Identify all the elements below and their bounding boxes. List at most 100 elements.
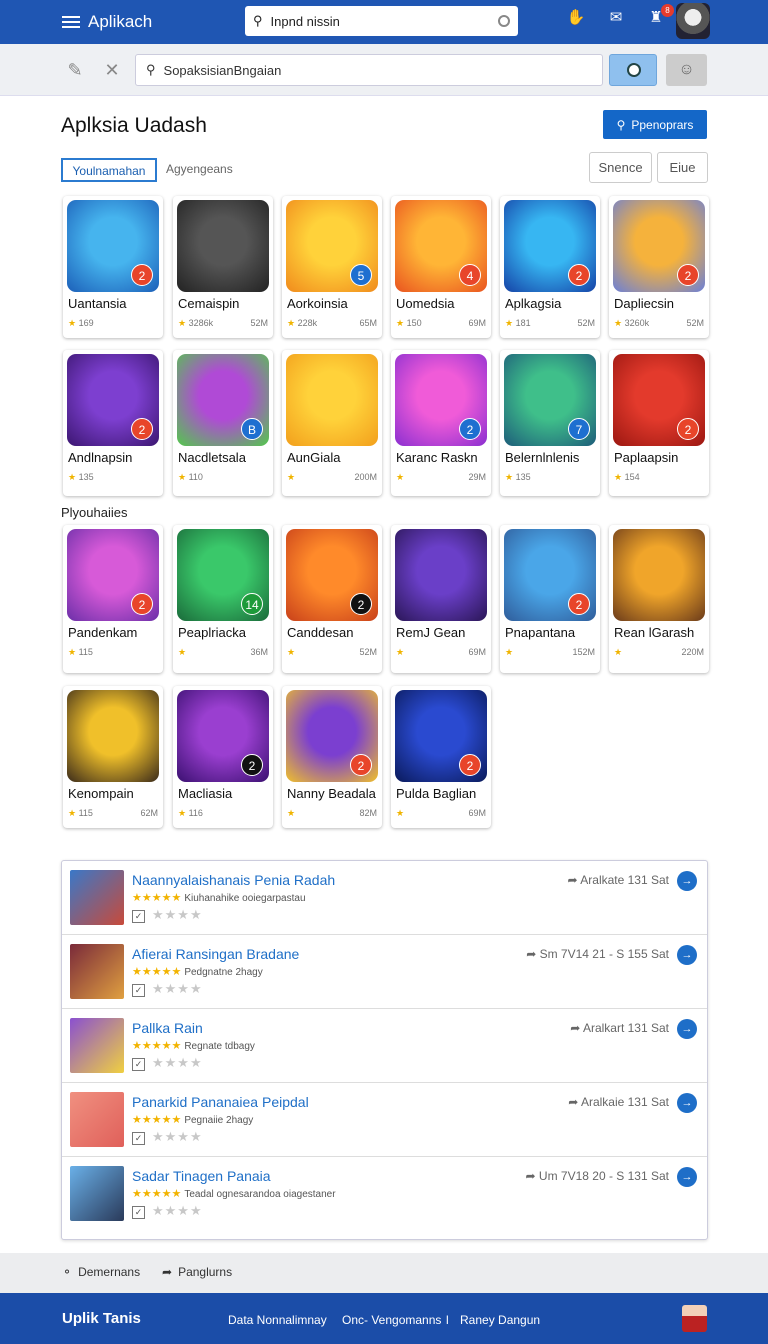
app-card[interactable]: Cemaispin ★ 3286k 52M	[173, 196, 273, 338]
app-card[interactable]: 2 Andlnapsin ★ 135	[63, 350, 163, 496]
star-icon: ★	[287, 318, 298, 328]
app-meta: ★ 150 69M	[396, 318, 486, 329]
checkbox[interactable]: ✓	[132, 984, 145, 997]
open-arrow-icon[interactable]: →	[677, 871, 697, 891]
open-arrow-icon[interactable]: →	[677, 1019, 697, 1039]
app-name: Andlnapsin	[68, 450, 133, 465]
list-item[interactable]: Pallka Rain ★★★★★ Regnate tdbagy ✓ ★★★★ ➦ Ara…	[62, 1009, 707, 1083]
app-meta-left: ★ 110	[178, 472, 203, 483]
app-meta-size: 69M	[468, 647, 486, 657]
share-icon: ➦	[570, 1021, 583, 1035]
app-card[interactable]: Kenompain ★ 115 62M	[63, 686, 163, 828]
chat-icon[interactable]: ✉	[606, 8, 626, 28]
app-name: Uantansia	[68, 296, 127, 311]
tab-active[interactable]: Youlnamahan	[61, 158, 157, 182]
sort-button-1[interactable]: Snence	[589, 152, 652, 183]
app-meta-left: ★	[396, 472, 404, 483]
app-card[interactable]: 14 Peaplriacka ★ 36M	[173, 525, 273, 673]
star-icon: ★	[68, 472, 79, 482]
list-item-title[interactable]: Panarkid Pananaiea Peipdal	[132, 1094, 309, 1110]
top-bar: Aplikach ⚲ Inpnd nissin ✋ ✉ ♜ 8	[0, 0, 768, 44]
footer-link-1[interactable]: Data Nonnalimnay	[228, 1313, 327, 1327]
app-card[interactable]: B Nacdletsala ★ 110	[173, 350, 273, 496]
list-item-subtitle: ★★★★★ Pedgnatne 2hagy	[132, 965, 263, 978]
primary-search-button[interactable]: ⚲ Ppenoprars	[603, 110, 707, 139]
list-item[interactable]: Naannyalaishanais Penia Radah ★★★★★ Kiuhan…	[62, 861, 707, 935]
app-card[interactable]: 2 Dapliecsin ★ 3260k 52M	[609, 196, 709, 338]
app-card[interactable]: AunGiala ★ 200M	[282, 350, 382, 496]
list-item-title[interactable]: Naannyalaishanais Penia Radah	[132, 872, 335, 888]
top-search-input[interactable]: ⚲ Inpnd nissin	[245, 6, 518, 36]
app-card[interactable]: 2 Canddesan ★ 52M	[282, 525, 382, 673]
app-badge: 2	[459, 754, 481, 776]
app-meta-left: ★ 154	[614, 472, 640, 483]
face-button[interactable]: ☺	[666, 54, 707, 86]
footer-avatar[interactable]	[682, 1305, 707, 1332]
bottom-action-2[interactable]: ➦ Panglurns	[162, 1265, 232, 1279]
hamburger-icon[interactable]	[62, 15, 80, 29]
list-item-title[interactable]: Afierai Ransingan Bradane	[132, 946, 299, 962]
star-icon: ★	[68, 808, 79, 818]
app-card[interactable]: RemJ Gean ★ 69M	[391, 525, 491, 673]
app-card[interactable]: 2 Karanc Raskn ★ 29M	[391, 350, 491, 496]
checkbox[interactable]: ✓	[132, 1206, 145, 1219]
share-icon: ➦	[162, 1265, 173, 1279]
tab-secondary[interactable]: Agyengeans	[158, 158, 241, 182]
open-arrow-icon[interactable]: →	[677, 1167, 697, 1187]
user-avatar[interactable]	[676, 3, 710, 39]
empty-stars-icon: ★★★★	[152, 907, 203, 922]
clear-search-icon[interactable]	[498, 15, 510, 27]
checkbox[interactable]: ✓	[132, 1132, 145, 1145]
footer-link-2[interactable]: Onc- Vengomanns	[342, 1313, 441, 1327]
app-meta-left: ★	[287, 472, 295, 483]
list-item-title[interactable]: Sadar Tinagen Panaia	[132, 1168, 271, 1184]
close-icon[interactable]: ✕	[101, 59, 123, 81]
share-icon: ➦	[525, 1169, 539, 1183]
list-item[interactable]: Afierai Ransingan Bradane ★★★★★ Pedgnatne …	[62, 935, 707, 1009]
open-arrow-icon[interactable]: →	[677, 945, 697, 965]
star-icon: ★	[178, 318, 189, 328]
app-meta-count: 116	[188, 808, 203, 818]
app-card[interactable]: 7 Belernlnlenis ★ 135	[500, 350, 600, 496]
star-icon: ★	[505, 318, 516, 328]
app-name: AunGiala	[287, 450, 341, 465]
checkbox[interactable]: ✓	[132, 910, 145, 923]
app-card[interactable]: 2 Paplaapsin ★ 154	[609, 350, 709, 496]
footer: Uplik Tanis Data Nonnalimnay Onc- Vengom…	[0, 1293, 768, 1344]
app-name: Paplaapsin	[614, 450, 679, 465]
app-card[interactable]: 2 Macliasia ★ 116	[173, 686, 273, 828]
app-name: RemJ Gean	[396, 625, 466, 640]
edit-icon[interactable]: ✎	[64, 59, 86, 81]
bottom-action-1[interactable]: ⚬ Demernans	[62, 1265, 140, 1279]
search-icon: ⚲	[253, 13, 263, 28]
app-card[interactable]: 2 Aplkagsia ★ 181 52M	[500, 196, 600, 338]
app-card[interactable]: 4 Uomedsia ★ 150 69M	[391, 196, 491, 338]
list-item[interactable]: Panarkid Pananaiea Peipdal ★★★★★ Pegnaiie …	[62, 1083, 707, 1157]
app-brand[interactable]: Aplikach	[62, 12, 152, 32]
sort-button-2[interactable]: Eiue	[657, 152, 708, 183]
open-arrow-icon[interactable]: →	[677, 1093, 697, 1113]
hand-icon[interactable]: ✋	[566, 8, 586, 28]
app-card[interactable]: Rean lGarash ★ 220M	[609, 525, 709, 673]
app-card[interactable]: 2 Uantansia ★ 169	[63, 196, 163, 338]
app-meta: ★ 3260k 52M	[614, 318, 704, 329]
app-card[interactable]: 2 Pulda Baglian ★ 69M	[391, 686, 491, 828]
checkbox[interactable]: ✓	[132, 1058, 145, 1071]
app-meta: ★ 116	[178, 808, 268, 819]
empty-stars-icon: ★★★★	[152, 1129, 203, 1144]
clock-button[interactable]	[609, 54, 657, 86]
footer-link-3[interactable]: Raney Dangun	[460, 1313, 540, 1327]
rating-stars-icon: ★★★★★	[132, 1188, 182, 1200]
app-badge: 2	[350, 593, 372, 615]
list-item-thumbnail	[70, 1018, 124, 1073]
secondary-search-input[interactable]: ⚲ SopaksisianBngaian	[135, 54, 603, 86]
app-card[interactable]: 5 Aorkoinsia ★ 228k 65M	[282, 196, 382, 338]
list-item-subtitle-text: Pegnaiie 2hagy	[184, 1115, 254, 1126]
list-item[interactable]: Sadar Tinagen Panaia ★★★★★ Teadal ognesara…	[62, 1157, 707, 1231]
list-item-title[interactable]: Pallka Rain	[132, 1020, 203, 1036]
app-card[interactable]: 2 Pandenkam ★ 115	[63, 525, 163, 673]
app-meta-left: ★ 135	[68, 472, 94, 483]
bell-icon[interactable]: ♜ 8	[646, 4, 674, 28]
app-card[interactable]: 2 Nanny Beadala ★ 82M	[282, 686, 382, 828]
app-card[interactable]: 2 Pnapantana ★ 152M	[500, 525, 600, 673]
